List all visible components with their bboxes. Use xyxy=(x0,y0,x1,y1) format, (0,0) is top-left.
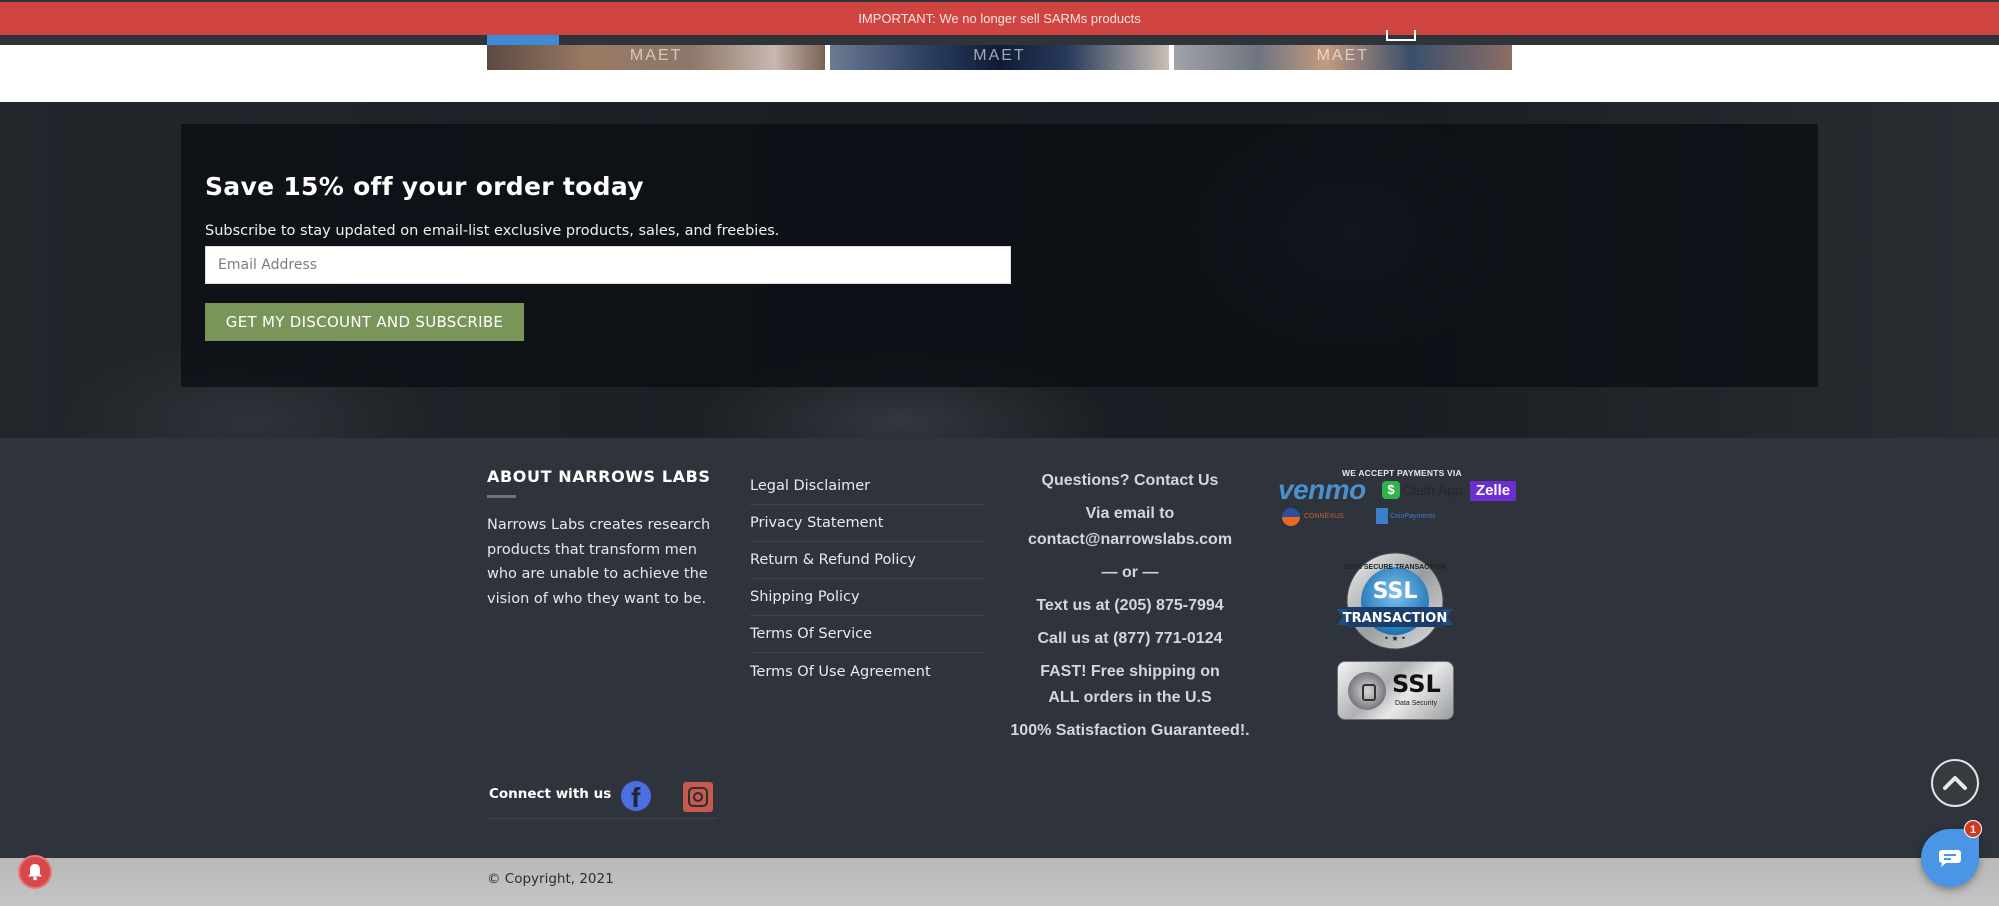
ssl-badge-ribbon-text: TRANSACTION xyxy=(1343,611,1447,626)
ssl-data-sub-text: Data Security xyxy=(1395,700,1438,707)
thumbnail-caption: MAET xyxy=(1316,47,1370,64)
ssl-transaction-badge: 100% SECURE TRANSACTION SSL TRANSACTION … xyxy=(1337,552,1453,650)
privacy-statement-link[interactable]: Privacy Statement xyxy=(750,515,883,531)
nav-strip xyxy=(0,35,1999,45)
ssl-data-main-text: SSL xyxy=(1392,670,1441,698)
coinpayments-logo: CoinPayments xyxy=(1390,513,1436,520)
nav-active-indicator xyxy=(487,35,559,45)
footer-link-item: Terms Of Service xyxy=(750,616,985,653)
important-notice-banner: IMPORTANT: We no longer sell SARMs produ… xyxy=(0,2,1999,35)
refund-policy-link[interactable]: Return & Refund Policy xyxy=(750,552,916,568)
gallery-thumbnail[interactable]: MAET xyxy=(1173,45,1512,70)
about-heading: ABOUT NARROWS LABS xyxy=(487,467,711,486)
shipping-line: FAST! Free shipping on ALL orders in the… xyxy=(1040,663,1220,706)
image-gallery: MAET MAET MAET xyxy=(487,45,1512,70)
copyright-bar xyxy=(0,858,1999,906)
footer-link-item: Legal Disclaimer xyxy=(750,468,985,505)
call-us-line: Call us at (877) 771-0124 xyxy=(1037,630,1223,647)
terms-of-service-link[interactable]: Terms Of Service xyxy=(750,626,872,642)
ssl-badge-main-text: SSL xyxy=(1373,579,1418,604)
legal-disclaimer-link[interactable]: Legal Disclaimer xyxy=(750,478,870,494)
bell-icon xyxy=(28,864,42,881)
footer-link-item: Shipping Policy xyxy=(750,579,985,616)
email-address-input[interactable] xyxy=(205,246,1011,284)
subscribe-subtitle: Subscribe to stay updated on email-list … xyxy=(205,223,780,239)
subscribe-button[interactable]: GET MY DISCOUNT AND SUBSCRIBE xyxy=(205,303,524,341)
copyright-text: © Copyright, 2021 xyxy=(487,871,614,887)
terms-of-use-link[interactable]: Terms Of Use Agreement xyxy=(750,664,931,680)
guarantee-line: 100% Satisfaction Guaranteed!. xyxy=(1010,722,1250,739)
nav-menu-icon[interactable] xyxy=(1386,30,1416,41)
thumbnail-caption: MAET xyxy=(629,47,683,64)
email-intro: Via email to xyxy=(1085,505,1175,522)
footer-link-item: Privacy Statement xyxy=(750,505,985,542)
lock-icon xyxy=(1348,672,1386,710)
venmo-logo: venmo xyxy=(1278,474,1366,505)
footer-links: Legal Disclaimer Privacy Statement Retur… xyxy=(750,468,985,690)
contact-separator: — or — xyxy=(1101,564,1159,581)
ssl-badge-top-text: 100% SECURE TRANSACTION xyxy=(1344,564,1446,571)
contact-info: Questions? Contact Us Via email to contac… xyxy=(1005,468,1255,751)
cash-app-icon: $ xyxy=(1382,481,1400,499)
contact-heading: Questions? Contact Us xyxy=(1041,472,1219,489)
shipping-policy-link[interactable]: Shipping Policy xyxy=(750,589,860,605)
footer xyxy=(0,438,1999,858)
footer-link-item: Return & Refund Policy xyxy=(750,542,985,579)
connexus-logo: CONNEXUS xyxy=(1304,513,1344,520)
chevron-up-icon xyxy=(1943,776,1967,790)
cash-app-logo: Cash App xyxy=(1402,482,1463,498)
notice-text: IMPORTANT: We no longer sell SARMs produ… xyxy=(858,11,1141,26)
zelle-logo: Zelle xyxy=(1470,481,1516,501)
scroll-to-top-button[interactable] xyxy=(1931,759,1979,807)
spacer-band xyxy=(0,70,1999,102)
footer-link-item: Terms Of Use Agreement xyxy=(750,653,985,690)
divider xyxy=(487,818,717,819)
gallery-thumbnail[interactable]: MAET xyxy=(830,45,1169,70)
notification-bell-button[interactable] xyxy=(18,855,52,889)
text-us-line: Text us at (205) 875-7994 xyxy=(1036,597,1224,614)
heading-underline xyxy=(487,495,516,498)
payment-methods: WE ACCEPT PAYMENTS VIA venmo $ Cash App … xyxy=(1276,468,1516,528)
connect-label: Connect with us xyxy=(489,786,612,802)
ssl-data-security-badge: SSL Data Security xyxy=(1337,661,1454,720)
about-text: Narrows Labs creates research products t… xyxy=(487,517,711,607)
facebook-glyph: f xyxy=(631,782,641,812)
coinpayments-icon xyxy=(1376,508,1388,524)
svg-text:• ★ •: • ★ • xyxy=(1384,634,1406,643)
instagram-icon[interactable] xyxy=(683,782,713,812)
chat-unread-badge: 1 xyxy=(1964,820,1982,838)
connexus-icon xyxy=(1282,508,1300,526)
contact-email-link[interactable]: contact@narrowslabs.com xyxy=(1028,531,1232,548)
gallery-thumbnail[interactable]: MAET xyxy=(487,45,826,70)
thumbnail-caption: MAET xyxy=(973,47,1026,64)
chat-icon xyxy=(1939,850,1961,867)
subscribe-title: Save 15% off your order today xyxy=(205,172,644,201)
facebook-icon[interactable]: f xyxy=(621,781,651,811)
